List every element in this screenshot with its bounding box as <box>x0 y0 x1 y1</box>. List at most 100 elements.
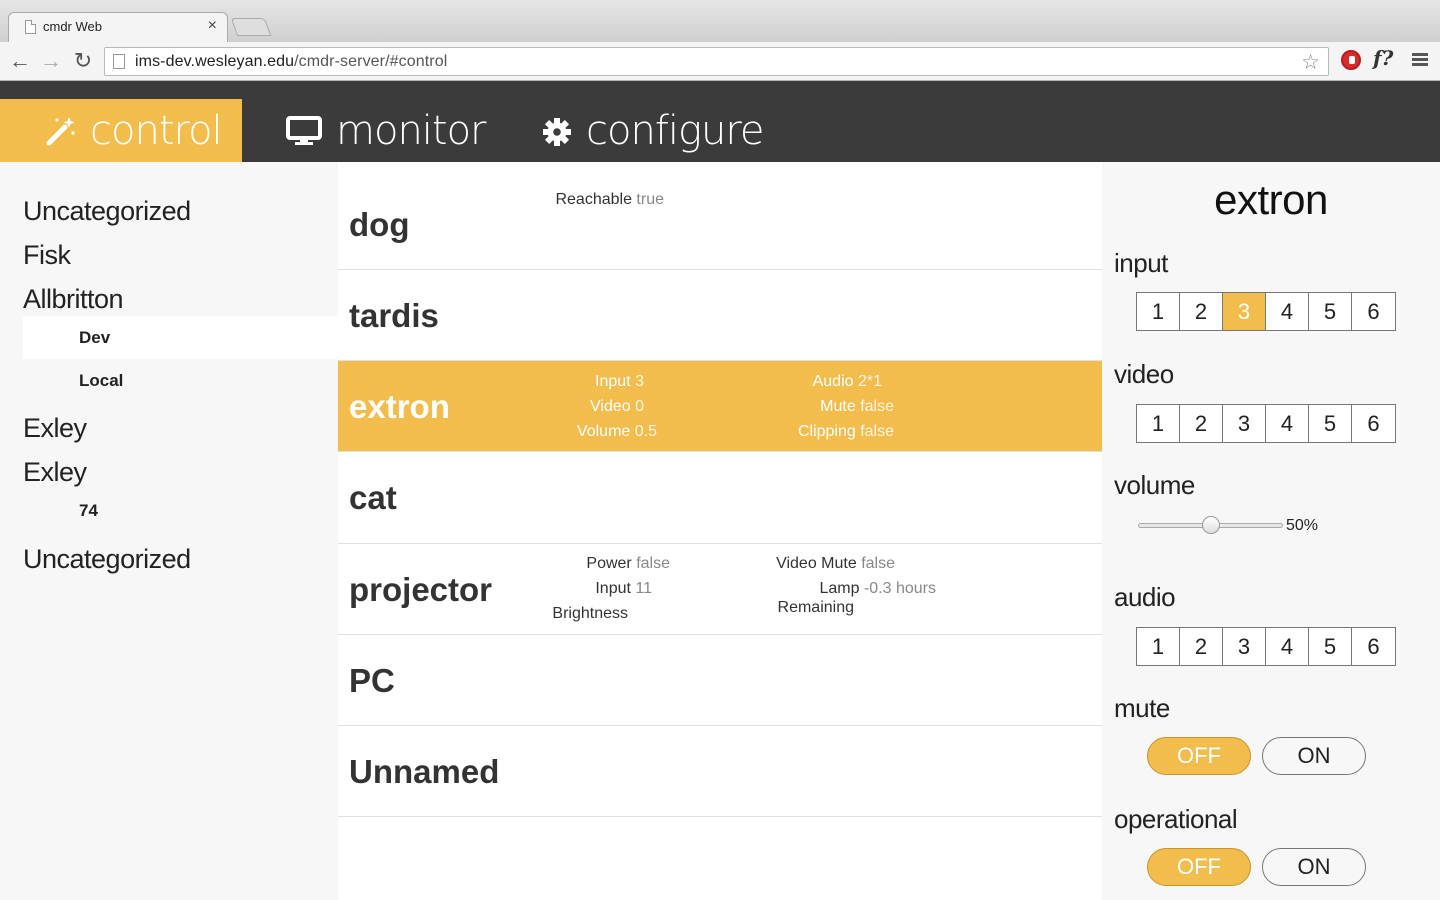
new-tab-button[interactable] <box>230 18 272 36</box>
video-option-4[interactable]: 4 <box>1266 405 1309 442</box>
device-prop: Input 11 <box>595 580 652 598</box>
sidebar-item-exley-2[interactable]: Exley <box>23 457 87 488</box>
device-name: tardis <box>349 297 439 334</box>
input-option-3[interactable]: 3 <box>1223 293 1266 330</box>
input-option-6[interactable]: 6 <box>1352 293 1395 330</box>
input-option-5[interactable]: 5 <box>1309 293 1352 330</box>
sidebar-item-uncategorized[interactable]: Uncategorized <box>23 196 191 227</box>
operational-on-button[interactable]: ON <box>1262 848 1366 886</box>
operational-off-button[interactable]: OFF <box>1147 848 1251 886</box>
video-selector: 1 2 3 4 5 6 <box>1136 404 1396 443</box>
address-bar[interactable]: ims-dev.wesleyan.edu/cmdr-server/#contro… <box>104 47 1329 76</box>
stop-extension-icon[interactable] <box>1341 50 1361 70</box>
audio-option-5[interactable]: 5 <box>1309 628 1352 665</box>
audio-option-6[interactable]: 6 <box>1352 628 1395 665</box>
device-row[interactable]: cat <box>338 452 1102 544</box>
prop-key: Reachable <box>555 191 632 208</box>
device-row[interactable]: dog Reachable true <box>338 162 1102 270</box>
bookmark-star-icon[interactable]: ☆ <box>1301 50 1320 75</box>
video-option-2[interactable]: 2 <box>1180 405 1223 442</box>
prop-value: false <box>860 423 894 440</box>
app-nav: control monitor configure <box>0 81 1440 180</box>
back-icon[interactable]: ← <box>7 48 33 74</box>
sidebar-item-exley[interactable]: Exley <box>23 413 87 444</box>
prop-value: true <box>636 191 664 208</box>
tab-title: cmdr Web <box>43 19 102 34</box>
sidebar-item-uncategorized-2[interactable]: Uncategorized <box>23 544 191 575</box>
audio-option-4[interactable]: 4 <box>1266 628 1309 665</box>
forward-icon[interactable]: → <box>38 48 64 74</box>
tab-monitor-label: monitor <box>336 108 487 154</box>
prop-key: Audio <box>812 373 854 390</box>
sidebar-subitem-74[interactable]: 74 <box>79 501 98 521</box>
prop-value: 11 <box>635 580 652 597</box>
volume-label: volume <box>1114 470 1195 500</box>
video-label: video <box>1114 359 1174 389</box>
prop-value: false <box>861 555 895 572</box>
prop-key: Input <box>595 580 631 597</box>
video-option-1[interactable]: 1 <box>1137 405 1180 442</box>
volume-slider-handle[interactable] <box>1201 516 1220 534</box>
prop-value: false <box>636 555 670 572</box>
device-row[interactable]: projector Power false Input 11 Brightnes… <box>338 544 1102 635</box>
url-host: ims-dev.wesleyan.edu <box>135 53 295 70</box>
page-icon <box>25 20 36 34</box>
video-option-5[interactable]: 5 <box>1309 405 1352 442</box>
mute-label: mute <box>1114 693 1170 723</box>
audio-option-2[interactable]: 2 <box>1180 628 1223 665</box>
audio-option-1[interactable]: 1 <box>1137 628 1180 665</box>
prop-value: 2*1 <box>857 373 882 390</box>
device-prop: Power false <box>586 555 670 573</box>
prop-value: 0 <box>635 398 644 415</box>
monitor-icon <box>286 116 322 145</box>
prop-value: -0.3 hours <box>863 580 936 597</box>
location-sidebar: Uncategorized Fisk Allbritton Dev Local … <box>0 162 338 900</box>
video-option-3[interactable]: 3 <box>1223 405 1266 442</box>
sidebar-subitem-local[interactable]: Local <box>79 371 123 391</box>
reload-icon[interactable]: ↻ <box>70 48 96 74</box>
device-row[interactable]: Unnamed <box>338 726 1102 817</box>
device-prop: Reachable true <box>555 191 664 209</box>
prop-key: Brightness <box>552 605 628 622</box>
prop-key: Power <box>586 555 632 572</box>
input-option-2[interactable]: 2 <box>1180 293 1223 330</box>
input-option-4[interactable]: 4 <box>1266 293 1309 330</box>
device-prop: Brightness <box>552 605 628 623</box>
sidebar-subitem-dev[interactable]: Dev <box>79 328 110 348</box>
device-row[interactable]: tardis <box>338 270 1102 361</box>
device-prop: Input 3 <box>595 373 644 391</box>
device-row[interactable]: PC <box>338 635 1102 726</box>
browser-toolbar: ← → ↻ ims-dev.wesleyan.edu/cmdr-server/#… <box>0 42 1440 81</box>
input-option-1[interactable]: 1 <box>1137 293 1180 330</box>
magic-wand-icon <box>46 117 75 146</box>
tab-configure-label: configure <box>586 108 765 154</box>
mute-off-button[interactable]: OFF <box>1147 737 1251 775</box>
prop-key: Video <box>590 398 631 415</box>
control-panel: extron input 1 2 3 4 5 6 video 1 2 3 4 5… <box>1102 162 1440 900</box>
tab-control-label: control <box>90 108 223 154</box>
browser-tab[interactable]: cmdr Web × <box>8 12 228 42</box>
url-path: /cmdr-server/#control <box>294 53 448 70</box>
browser-menu-icon[interactable] <box>1412 53 1428 67</box>
device-prop: Video Mute false <box>776 555 895 573</box>
device-row-selected[interactable]: extron Input 3 Video 0 Volume 0.5 Audio … <box>338 361 1102 452</box>
prop-value: false <box>860 398 894 415</box>
sidebar-item-allbritton[interactable]: Allbritton <box>23 284 124 315</box>
prop-value: 3 <box>635 373 644 390</box>
font-extension-icon[interactable]: f? <box>1373 46 1393 70</box>
panel-title: extron <box>1214 176 1328 223</box>
video-option-6[interactable]: 6 <box>1352 405 1395 442</box>
sidebar-item-fisk[interactable]: Fisk <box>23 240 71 271</box>
tab-close-icon[interactable]: × <box>208 17 217 35</box>
input-selector: 1 2 3 4 5 6 <box>1136 292 1396 331</box>
device-prop: Video 0 <box>590 398 644 416</box>
device-prop: Remaining <box>778 599 854 617</box>
device-name: projector <box>349 571 493 608</box>
device-name: PC <box>349 662 395 699</box>
prop-key: Video Mute <box>776 555 857 572</box>
device-name: extron <box>349 388 450 425</box>
prop-key: Volume <box>576 423 631 440</box>
device-list: dog Reachable true tardis extron Input 3… <box>338 162 1102 900</box>
audio-option-3[interactable]: 3 <box>1223 628 1266 665</box>
mute-on-button[interactable]: ON <box>1262 737 1366 775</box>
